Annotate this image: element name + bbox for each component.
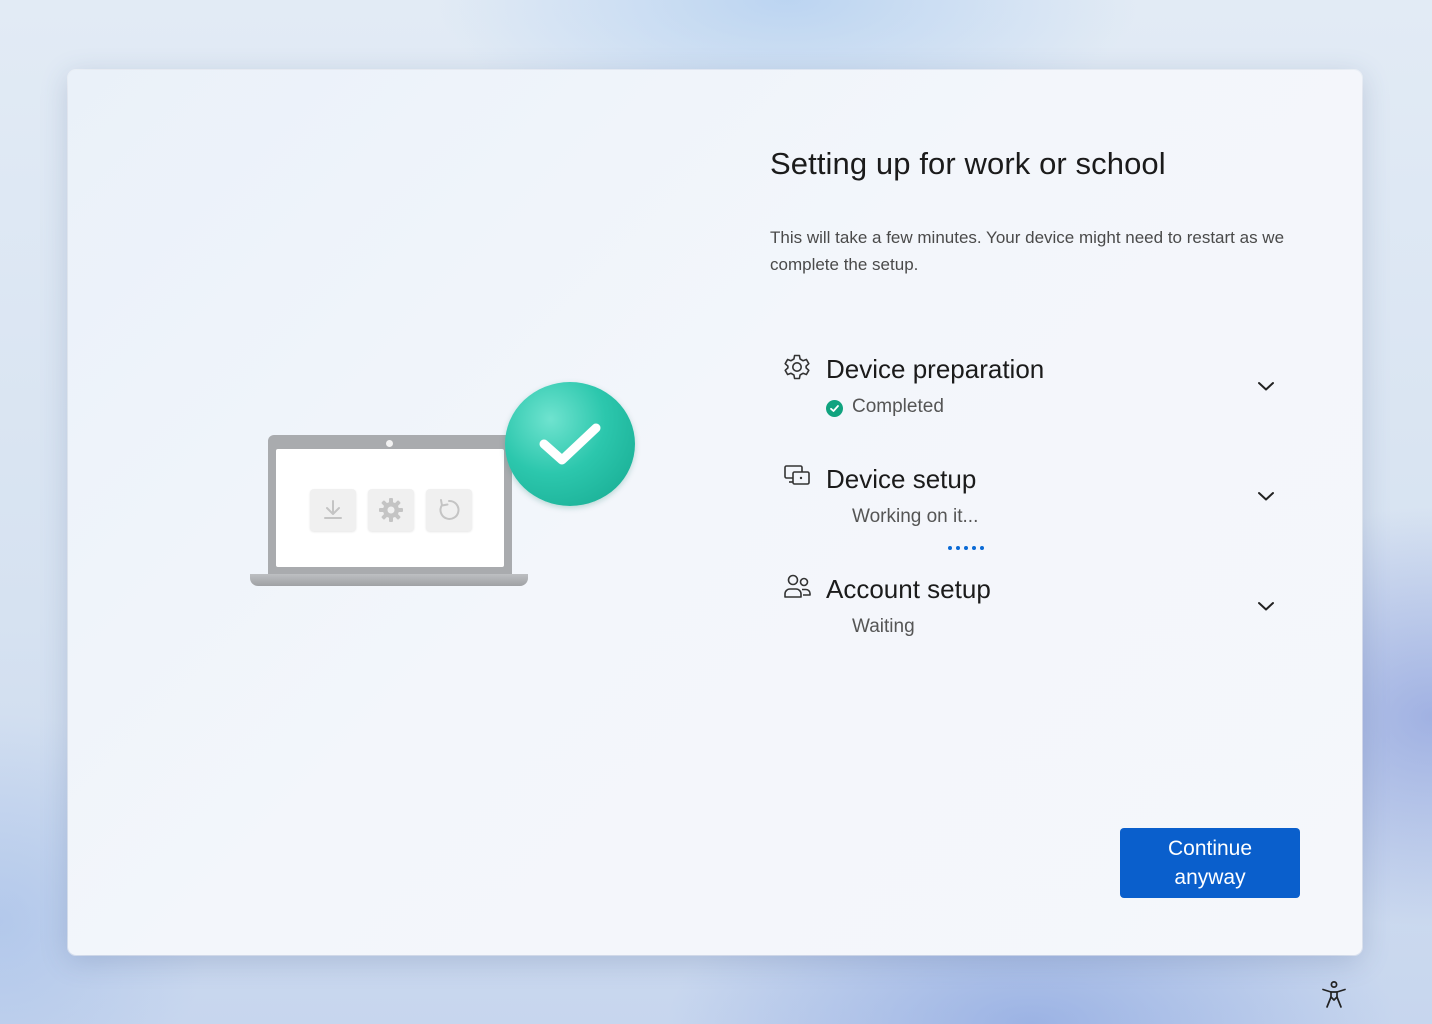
laptop-camera [386,440,393,447]
refresh-icon [426,489,472,531]
step-title: Device preparation [826,354,1045,384]
step-status: Completed [852,396,944,417]
completed-check-icon [826,400,843,417]
gear-icon [368,489,414,531]
checkmark-icon [505,382,635,506]
step-account-setup[interactable]: Account setup Waiting [778,572,1288,652]
step-status: Working on it... [852,506,979,527]
download-icon [310,489,356,531]
gear-icon [784,354,810,380]
chevron-down-icon[interactable] [1254,594,1278,618]
step-title: Device setup [826,464,977,494]
continue-anyway-button[interactable]: Continue anyway [1120,828,1300,898]
chevron-down-icon[interactable] [1254,484,1278,508]
page-title: Setting up for work or school [770,146,1166,181]
laptop-lid [268,435,512,575]
laptop-base [250,574,528,586]
step-device-preparation[interactable]: Device preparation Completed [778,352,1288,432]
laptop-illustration [250,382,635,592]
progress-indicator [948,546,984,550]
accessibility-icon[interactable] [1320,980,1348,1010]
step-title: Account setup [826,574,991,604]
step-device-setup[interactable]: Device setup Working on it... [778,462,1288,550]
people-icon [784,574,811,598]
devices-icon [784,465,810,485]
laptop-screen [276,449,504,567]
chevron-down-icon[interactable] [1254,374,1278,398]
step-status: Waiting [852,616,915,637]
setup-window: Setting up for work or school This will … [68,70,1362,955]
page-description: This will take a few minutes. Your devic… [770,228,1285,274]
